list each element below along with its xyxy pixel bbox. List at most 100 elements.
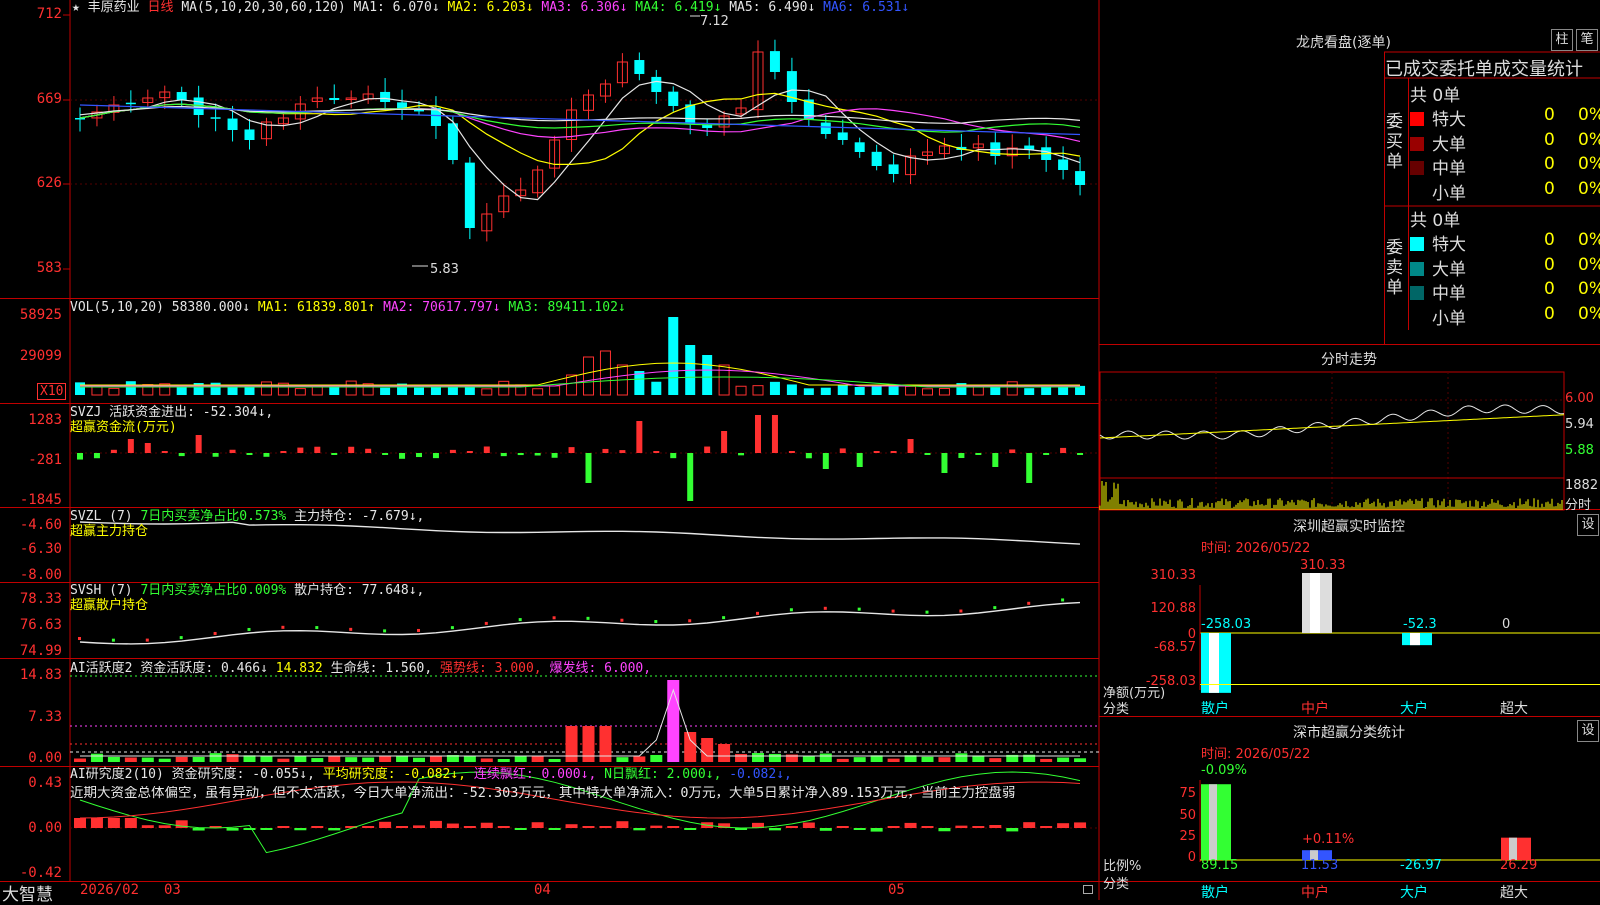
ai2-bar <box>345 757 358 762</box>
row-name: 大单 <box>1432 259 1466 280</box>
color-swatch-icon <box>1410 237 1424 251</box>
svzj-bar <box>127 439 134 453</box>
ai2-bar <box>989 758 1002 762</box>
research-line <box>79 771 1081 854</box>
research-bar <box>1006 828 1019 832</box>
research-bar <box>328 828 341 831</box>
ai2-bar <box>887 758 900 762</box>
svsh-marker <box>315 626 319 630</box>
chart-canvas[interactable] <box>0 0 1600 900</box>
vol-bar-down <box>871 385 882 395</box>
research-bar <box>870 828 883 832</box>
minute-vol-unit: 分时 <box>1565 498 1592 513</box>
candle-down <box>888 164 899 174</box>
order-stat-tab[interactable]: 已成交委托单成交量统计 <box>1385 55 1600 81</box>
buy-row-2: 大单 <box>1410 130 1466 155</box>
svzj-bar <box>500 453 507 457</box>
svzj-bar <box>636 421 643 453</box>
research-bar <box>413 825 425 828</box>
row-name: 小单 <box>1432 308 1466 329</box>
row-pct: 0% <box>1578 105 1600 125</box>
ma1-line <box>79 80 1081 201</box>
buy-row-4: 小单 <box>1410 179 1466 204</box>
ai2-bar <box>921 756 934 762</box>
sc-axis-1: 75 <box>1179 786 1196 801</box>
sz-bar-highlight <box>1209 633 1219 693</box>
row-count: 0 <box>1544 254 1555 275</box>
vol-bar-up <box>498 380 510 396</box>
candle-down <box>447 123 458 160</box>
svsh-marker <box>349 627 353 631</box>
research-bar <box>836 826 849 828</box>
candle-down <box>176 92 187 100</box>
svzl-title: SVZL (7) 7日内买卖净占比0.573% 主力持仓: -7.679↓, <box>70 509 425 524</box>
svzj-bar <box>314 446 321 453</box>
lock-icon[interactable] <box>1083 885 1093 894</box>
research-axis-2: 0.00 <box>28 820 62 836</box>
svzj-bar <box>653 451 660 453</box>
svzj-bar <box>297 447 304 453</box>
svzj-bar <box>77 453 83 460</box>
sz-settings-button[interactable]: 设 <box>1577 514 1599 536</box>
svsh-marker <box>1027 601 1031 605</box>
svzj-bar <box>382 453 389 455</box>
row-name: 特大 <box>1432 110 1466 130</box>
ai2-bar <box>633 756 646 762</box>
sz-bar-highlight <box>1410 633 1420 646</box>
row-pct: 0% <box>1578 129 1600 150</box>
row-count: 0 <box>1544 129 1555 150</box>
ai2-bar <box>1074 758 1087 762</box>
star-icon: ★ <box>72 0 80 15</box>
research-bar <box>1040 826 1053 828</box>
sc-time: 时间: 2026/05/22 <box>1201 747 1311 762</box>
svzj-bar <box>704 446 711 453</box>
svzj-bar <box>144 443 151 453</box>
vol-unit[interactable]: X10 <box>37 383 67 400</box>
ai2-bar <box>480 758 493 762</box>
research-bar <box>158 825 171 828</box>
sc-axis-3: 25 <box>1179 829 1196 844</box>
row-pct: 0% <box>1578 230 1600 250</box>
sell-row-2: 大单 <box>1410 255 1466 280</box>
period-label[interactable]: 日线 <box>148 0 174 15</box>
research-bar <box>938 828 951 832</box>
sz-axis-4: -68.57 <box>1154 640 1196 655</box>
ai2-bar <box>124 757 137 762</box>
ai2-bar <box>667 680 680 762</box>
svzj-bar <box>975 453 982 455</box>
ai2-bar <box>158 758 171 762</box>
candle-down <box>1075 171 1086 185</box>
vol-ma2 <box>80 369 1080 387</box>
svsh-marker <box>654 620 658 624</box>
svzj-bar <box>788 451 795 453</box>
ai2-bar <box>396 755 409 762</box>
svzj-bar <box>958 453 965 459</box>
candle-down <box>210 117 221 119</box>
svzj-bar <box>348 446 355 453</box>
ai2-bar <box>328 756 341 762</box>
stock-name[interactable]: 丰原药业 <box>88 0 140 15</box>
ai2-bar <box>768 753 781 762</box>
tick-view-button[interactable]: 笔 <box>1576 29 1598 51</box>
ai2-bar <box>684 732 697 762</box>
sc-settings-button[interactable]: 设 <box>1577 720 1599 742</box>
row-name: 小单 <box>1432 183 1466 204</box>
date-2026-02: 2026/02 <box>80 882 140 898</box>
ai2-bar <box>548 758 561 762</box>
research-bar <box>294 828 307 831</box>
svsh-marker <box>145 638 149 642</box>
minute-vol: 1882 <box>1565 478 1599 493</box>
bar-view-button[interactable]: 柱 <box>1551 29 1573 51</box>
research-bar <box>650 825 663 828</box>
sz-time: 时间: 2026/05/22 <box>1201 541 1311 556</box>
svzj-subtitle: 超赢资金流(万元) <box>70 420 177 435</box>
research-bar <box>989 825 1002 828</box>
svzl-subtitle: 超赢主力持仓 <box>70 524 149 539</box>
row-pct: 0% <box>1578 178 1600 199</box>
ai2-bar <box>192 756 205 762</box>
svzj-bar <box>619 450 626 453</box>
sc-cat-4: 超大 <box>1500 885 1528 901</box>
sc-unit: 比例% <box>1103 859 1142 874</box>
ai2-bar <box>379 755 392 762</box>
price-axis-583: 583 <box>36 260 62 276</box>
